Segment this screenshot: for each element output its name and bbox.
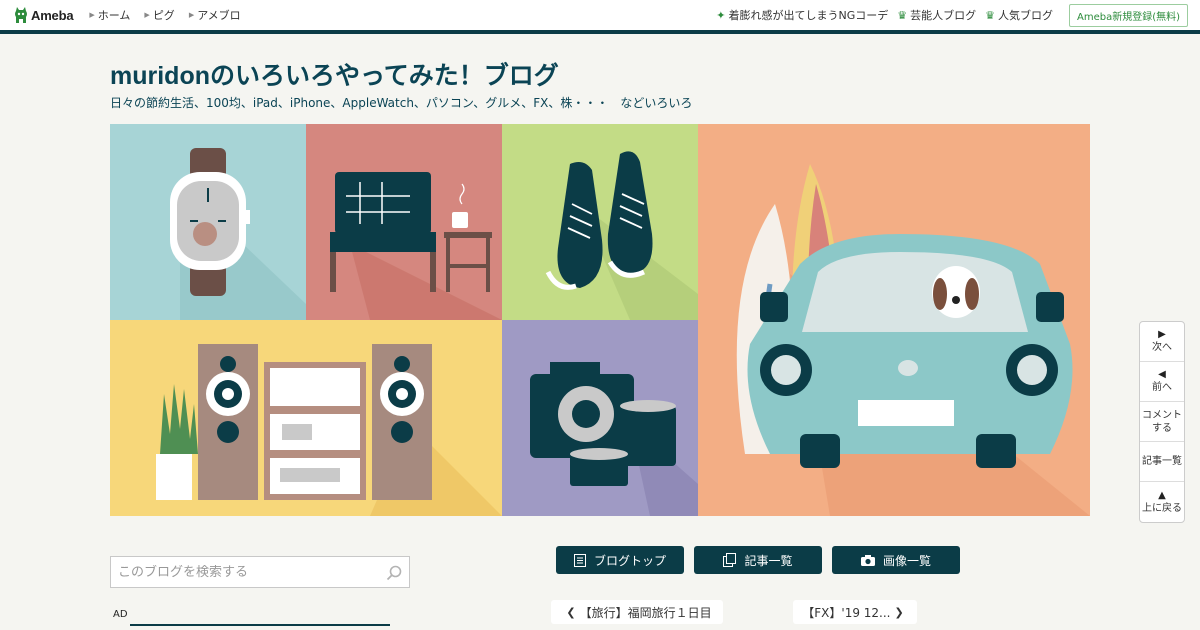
nav-link-popular-blog[interactable]: ♛ 人気ブログ xyxy=(985,7,1053,23)
camera-icon xyxy=(860,554,875,566)
prev-article-title: 【旅行】福岡旅行１日目 xyxy=(579,605,712,620)
side-nav-back-to-top[interactable]: ▲ 上に戻る xyxy=(1140,482,1184,522)
button-label: 画像一覧 xyxy=(882,553,931,568)
side-nav-label: 上に戻る xyxy=(1142,502,1182,514)
chevron-right-icon: ❯ xyxy=(894,605,904,619)
copy-icon xyxy=(723,553,737,567)
caret-right-icon: ▶ xyxy=(144,11,150,19)
document-icon xyxy=(573,553,586,567)
ameba-logo-icon xyxy=(14,6,28,24)
side-nav-next[interactable]: ▶ 次へ xyxy=(1140,322,1184,362)
ad-label: AD xyxy=(113,609,128,620)
floating-side-nav: ▶ 次へ ◀ 前へ コメント する 記事一覧 ▲ 上に戻る xyxy=(1139,321,1185,523)
blog-header-image xyxy=(110,124,1090,516)
nav-link-label: 芸能人ブログ xyxy=(910,9,977,22)
nav-link-trend-article[interactable]: ✦ 着膨れ感が出てしまうNGコーデ xyxy=(716,7,888,23)
blog-search-box[interactable] xyxy=(110,556,410,588)
button-label: ブログトップ xyxy=(593,553,666,568)
side-nav-label: 前へ xyxy=(1152,382,1172,393)
caret-right-icon: ▶ xyxy=(188,11,195,19)
arrow-right-icon: ▶ xyxy=(1158,329,1166,340)
nav-link-label: 人気ブログ xyxy=(997,9,1053,22)
side-nav-label: 記事一覧 xyxy=(1142,456,1182,467)
global-nav-right: ✦ 着膨れ感が出てしまうNGコーデ ♛ 芸能人ブログ ♛ 人気ブログ Ameba新規登… xyxy=(707,0,1188,30)
side-nav-prev[interactable]: ◀ 前へ xyxy=(1140,362,1184,402)
side-nav-article-list[interactable]: 記事一覧 xyxy=(1140,442,1184,482)
blog-title[interactable]: muridonのいろいろやってみた！ブログ xyxy=(110,56,559,92)
nav-link-label: 着膨れ感が出てしまうNGコーデ xyxy=(728,9,889,22)
header-divider xyxy=(0,30,1200,34)
button-label: 記事一覧 xyxy=(744,553,793,568)
side-nav-label: コメント する xyxy=(1142,409,1182,434)
global-nav-left: ▶ ホーム ▶ ピグ ▶ アメブロ xyxy=(83,7,248,23)
ad-divider xyxy=(130,624,390,626)
blog-description: 日々の節約生活、100均、iPad、iPhone、AppleWatch、パソコン… xyxy=(110,96,693,110)
crown-icon: ♛ xyxy=(897,8,908,22)
nav-link-pigg[interactable]: ▶ ピグ xyxy=(144,7,174,23)
top-navigation: Ameba ▶ ホーム ▶ ピグ ▶ アメブロ ✦ 着膨れ感が出てしまうNGコーデ ♛ 芸… xyxy=(0,0,1200,30)
blog-search-input[interactable] xyxy=(118,564,378,580)
nav-link-celebrity-blog[interactable]: ♛ 芸能人ブログ xyxy=(897,7,976,23)
nav-link-label: ピグ xyxy=(152,9,175,22)
arrow-up-icon: ▲ xyxy=(1158,489,1166,501)
chevron-left-icon: ❮ xyxy=(566,605,576,619)
prev-article-link[interactable]: ❮ 【旅行】福岡旅行１日目 xyxy=(551,600,723,624)
sparkle-icon: ✦ xyxy=(716,8,726,22)
blog-top-button[interactable]: ブログトップ xyxy=(556,546,684,574)
nav-link-label: アメブロ xyxy=(197,9,241,22)
nav-link-ameblo[interactable]: ▶ アメブロ xyxy=(189,7,241,23)
register-button[interactable]: Ameba新規登録(無料) xyxy=(1068,3,1188,27)
next-article-title: 【FX】'19 12... xyxy=(802,605,891,620)
nav-link-label: ホーム xyxy=(97,9,131,22)
side-nav-comment[interactable]: コメント する xyxy=(1140,402,1184,442)
nav-link-home[interactable]: ▶ ホーム xyxy=(89,7,130,23)
side-nav-label: 次へ xyxy=(1152,342,1172,353)
ameba-logo[interactable]: Ameba xyxy=(14,6,74,24)
image-list-button[interactable]: 画像一覧 xyxy=(832,546,960,574)
caret-right-icon: ▶ xyxy=(89,11,95,19)
logo-text: Ameba xyxy=(31,7,74,23)
arrow-left-icon: ◀ xyxy=(1158,369,1166,380)
next-article-link[interactable]: 【FX】'19 12... ❯ xyxy=(793,600,917,624)
article-list-button[interactable]: 記事一覧 xyxy=(694,546,822,574)
search-icon[interactable] xyxy=(386,565,402,585)
crown-icon: ♛ xyxy=(985,8,995,22)
